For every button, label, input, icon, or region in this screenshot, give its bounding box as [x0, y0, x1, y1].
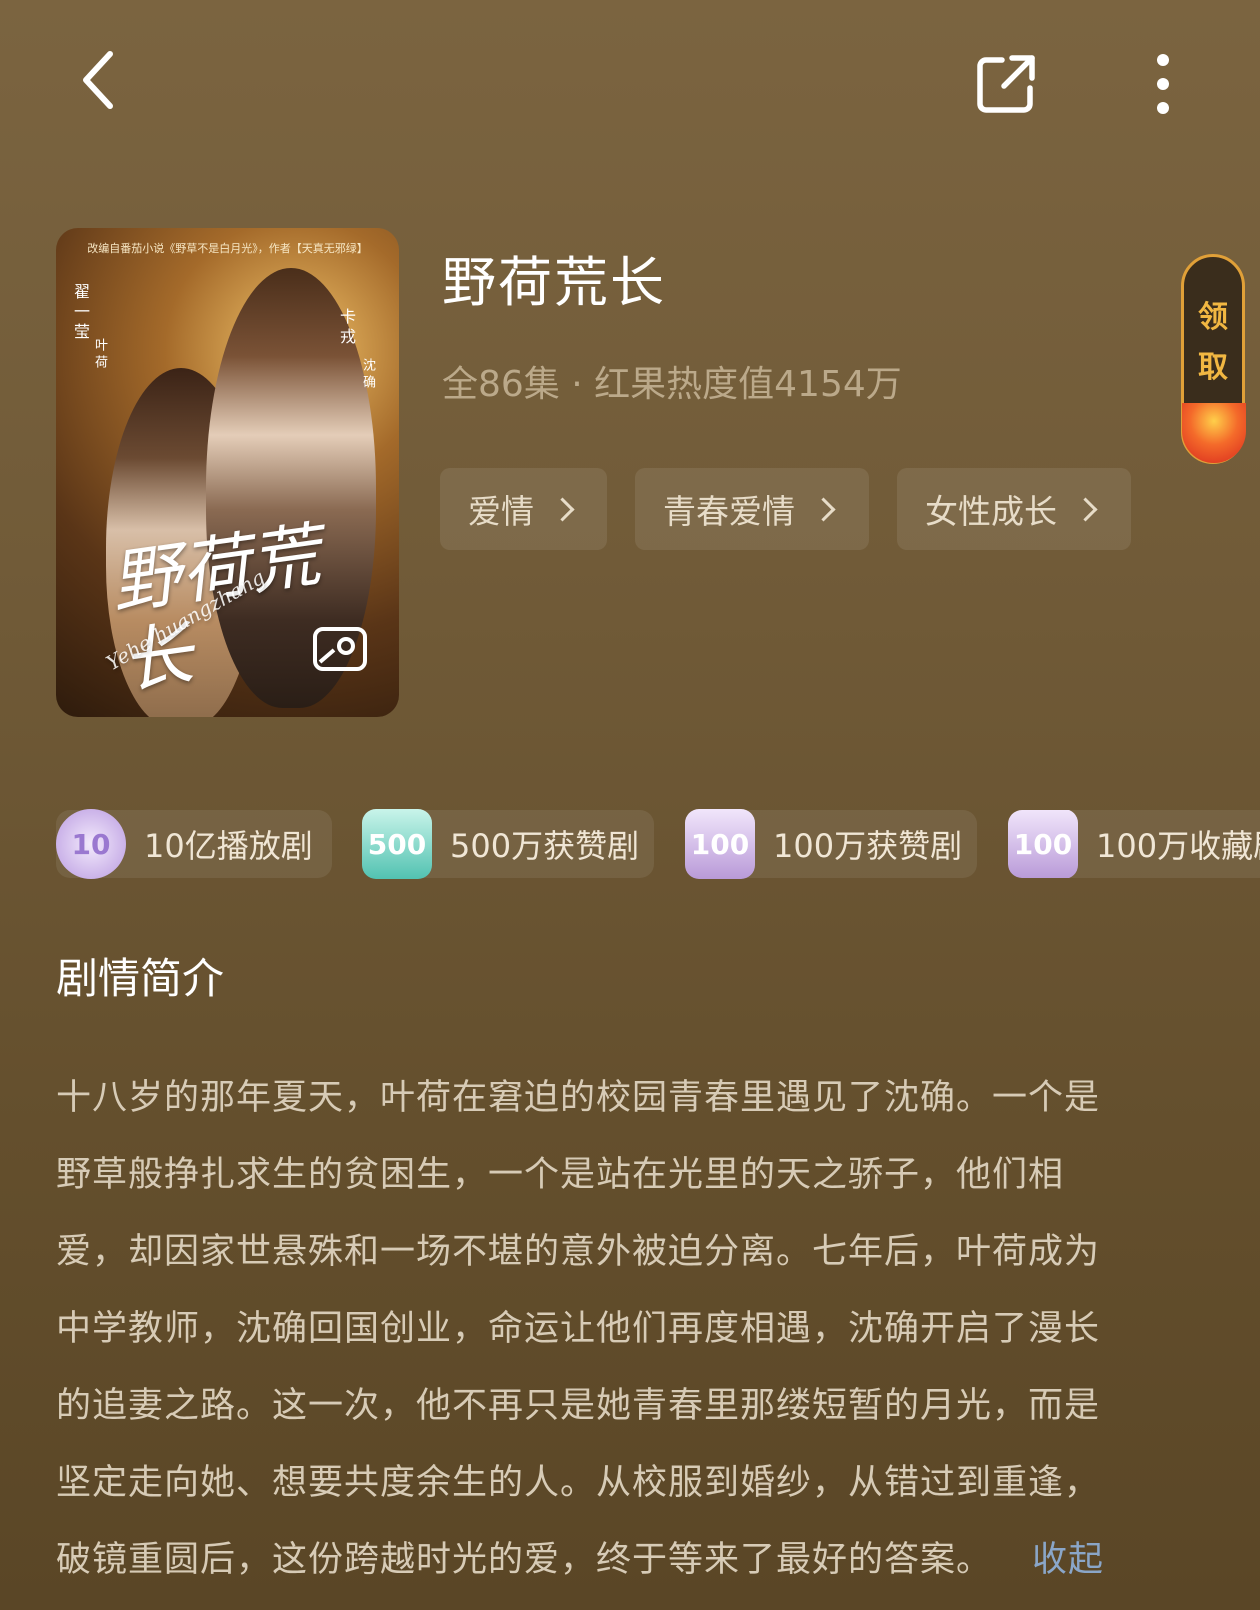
claim-reward-button[interactable]: 领 取 [1181, 254, 1246, 464]
drama-meta: 全86集 · 红果热度值4154万 [442, 364, 902, 405]
cover-role-left: 叶荷 [92, 338, 107, 372]
badge-label: 500万获赞剧 [450, 827, 640, 865]
tag-label: 青春爱情 [663, 492, 795, 531]
synopsis-heading: 剧情简介 [56, 954, 225, 1003]
cover-actor-left: 翟一莹 [71, 283, 90, 343]
more-button[interactable] [1140, 48, 1186, 120]
drama-cover[interactable]: 改编自番茄小说《野草不是白月光》，作者【天真无邪绿】 翟一莹 叶荷 卡戎 沈确 … [56, 228, 399, 717]
badge-100-icon: 100 [1008, 810, 1078, 878]
red-envelope-icon [1182, 403, 1246, 463]
share-external-icon [977, 55, 1035, 113]
tag-romance[interactable]: 爱情 [440, 468, 607, 550]
tag-label: 爱情 [468, 492, 534, 531]
badge-500w-likes: 500 500万获赞剧 [362, 809, 654, 879]
synopsis-line: 坚定走向她、想要共度余生的人。从校服到婚纱，从错过到重逢， [56, 1463, 1101, 1503]
chevron-right-icon [1073, 496, 1098, 522]
badge-100w-favorites: 100 100万收藏剧 [1008, 810, 1260, 878]
synopsis-line: 野草般挣扎求生的贫困生，一个是站在光里的天之骄子，他们相 [56, 1155, 1065, 1195]
badge-100w-likes: 100 100万获赞剧 [685, 809, 977, 879]
synopsis-line: 十八岁的那年夏天，叶荷在窘迫的校园青春里遇见了沈确。一个是 [56, 1078, 1101, 1118]
badge-label: 100万获赞剧 [773, 827, 963, 865]
cover-logo-icon [313, 627, 367, 671]
cover-caption: 改编自番茄小说《野草不是白月光》，作者【天真无邪绿】 [87, 242, 368, 255]
synopsis-line: 破镜重圆后，这份跨越时光的爱，终于等来了最好的答案。 [56, 1540, 993, 1580]
more-vertical-icon [1157, 54, 1169, 114]
synopsis-last-line: 破镜重圆后，这份跨越时光的爱，终于等来了最好的答案。 收起 [56, 1522, 1196, 1599]
collapse-link[interactable]: 收起 [1032, 1540, 1104, 1580]
back-button[interactable] [66, 48, 130, 112]
synopsis-line: 中学教师，沈确回国创业，命运让他们再度相遇，沈确开启了漫长 [56, 1309, 1101, 1349]
reward-label-line1: 领 [1198, 300, 1228, 335]
reward-label: 领 取 [1184, 293, 1242, 393]
badge-100-icon: 100 [685, 809, 755, 879]
cover-role-right: 沈确 [360, 358, 375, 392]
synopsis-line: 爱，却因家世悬殊和一场不堪的意外被迫分离。七年后，叶荷成为 [56, 1232, 1101, 1272]
badge-label: 10亿播放剧 [144, 827, 313, 865]
tag-youth-romance[interactable]: 青春爱情 [635, 468, 869, 550]
share-button[interactable] [970, 48, 1042, 120]
chevron-right-icon [811, 496, 836, 522]
chevron-right-icon [550, 496, 575, 522]
badge-10yi-plays: 10 10亿播放剧 [56, 809, 332, 879]
synopsis-line: 的追妻之路。这一次，他不再只是她青春里那缕短暂的月光，而是 [56, 1386, 1101, 1426]
tag-label: 女性成长 [925, 492, 1057, 531]
badge-10-icon: 10 [56, 809, 126, 879]
reward-label-line2: 取 [1198, 350, 1228, 385]
tag-female-growth[interactable]: 女性成长 [897, 468, 1131, 550]
badge-500-icon: 500 [362, 809, 432, 879]
drama-title: 野荷荒长 [442, 251, 666, 314]
cover-actor-right: 卡戎 [337, 308, 356, 348]
badge-label: 100万收藏剧 [1096, 827, 1260, 865]
synopsis-text: 十八岁的那年夏天，叶荷在窘迫的校园青春里遇见了沈确。一个是 野草般挣扎求生的贫困… [56, 1060, 1196, 1599]
chevron-left-icon [83, 51, 113, 109]
